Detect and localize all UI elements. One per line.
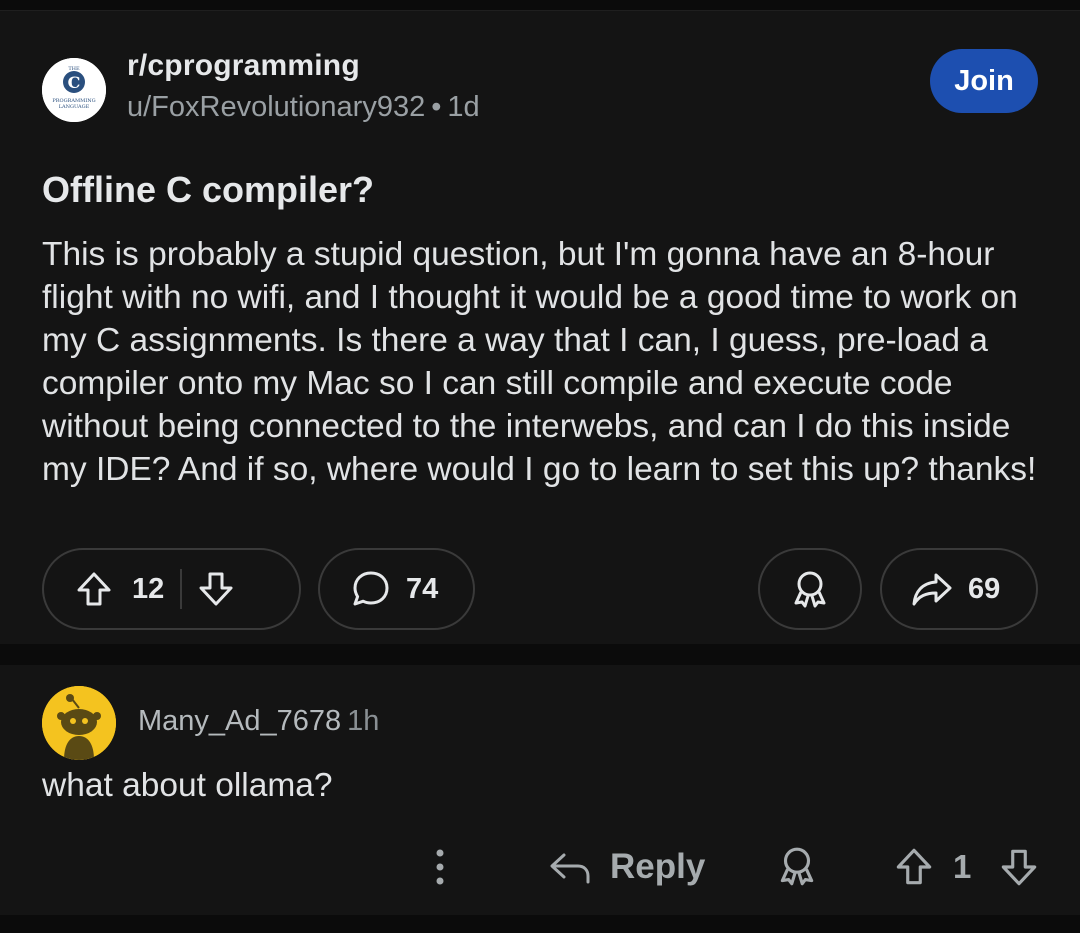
comments-button[interactable]: 74 xyxy=(318,548,475,630)
reply-label: Reply xyxy=(610,847,706,886)
comment-upvote-arrow-icon[interactable] xyxy=(893,844,935,895)
comment-award-icon[interactable] xyxy=(775,844,819,895)
speech-bubble-icon xyxy=(350,568,392,610)
logo-letter: C xyxy=(68,73,81,92)
logo-bottom-text-2: LANGUAGE xyxy=(59,104,90,110)
comment-author[interactable]: Many_Ad_7678 xyxy=(138,705,341,737)
post-meta: u/FoxRevolutionary932 • 1d xyxy=(127,91,480,124)
comment-downvote-arrow-icon[interactable] xyxy=(998,844,1040,895)
downvote-arrow-icon[interactable] xyxy=(196,569,236,609)
top-divider xyxy=(0,0,1080,11)
comment-text: what about ollama? xyxy=(42,767,333,804)
award-button[interactable] xyxy=(758,548,862,630)
share-count: 69 xyxy=(968,572,1001,605)
post-card: THE C PROGRAMMING LANGUAGE r/cprogrammin… xyxy=(0,11,1080,644)
comment-age: 1h xyxy=(347,705,380,737)
comment-action-bar: Reply 1 xyxy=(0,830,1080,900)
reply-button[interactable]: Reply xyxy=(548,844,705,890)
vertical-dots-icon[interactable] xyxy=(426,844,454,890)
meta-separator: • xyxy=(431,91,442,123)
upvote-arrow-icon[interactable] xyxy=(74,569,114,609)
reply-arrow-icon xyxy=(548,847,592,887)
comment-card: Many_Ad_76781h what about ollama? Reply xyxy=(0,665,1080,915)
award-ribbon-icon xyxy=(789,568,831,610)
comment-score: 1 xyxy=(953,848,972,885)
share-arrow-icon xyxy=(910,569,954,609)
vote-divider xyxy=(180,569,183,609)
post-age: 1d xyxy=(447,91,480,123)
bottom-divider xyxy=(0,915,1080,933)
comment-count: 74 xyxy=(406,572,439,605)
snoo-avatar-icon[interactable] xyxy=(42,686,116,760)
comment-author-line: Many_Ad_7678 1h xyxy=(138,705,379,738)
subreddit-name[interactable]: r/cprogramming xyxy=(127,49,360,83)
subreddit-avatar[interactable]: THE C PROGRAMMING LANGUAGE xyxy=(42,58,106,122)
post-score: 12 xyxy=(132,572,165,605)
post-author[interactable]: u/FoxRevolutionary932 xyxy=(127,91,425,123)
share-button[interactable]: 69 xyxy=(880,548,1038,630)
post-body: This is probably a stupid question, but … xyxy=(42,236,1037,488)
c-language-logo-icon: THE C PROGRAMMING LANGUAGE xyxy=(42,58,106,122)
post-vote-bar: 12 xyxy=(42,548,301,630)
join-button[interactable]: Join xyxy=(930,49,1038,113)
post-title: Offline C compiler? xyxy=(42,169,375,210)
